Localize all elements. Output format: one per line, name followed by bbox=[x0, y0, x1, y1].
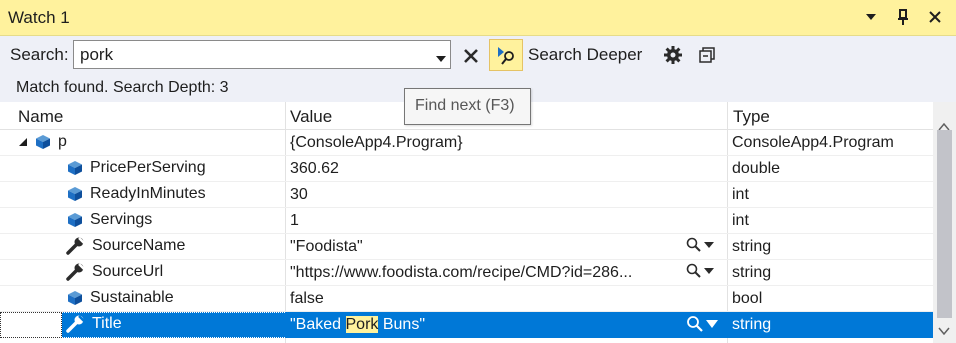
watch-row-selected[interactable]: Title "Baked Pork Buns" string bbox=[0, 312, 933, 338]
row-name: p bbox=[58, 133, 67, 150]
find-next-tooltip: Find next (F3) bbox=[404, 88, 531, 125]
row-value: 360.62 bbox=[290, 160, 339, 177]
chevron-down-icon bbox=[706, 320, 718, 328]
tool-window-title-bar: Watch 1 bbox=[0, 0, 956, 36]
row-value: 30 bbox=[290, 186, 308, 203]
watch-row[interactable]: SourceUrl "https://www.foodista.com/reci… bbox=[0, 260, 933, 286]
collapse-all-icon[interactable] bbox=[694, 42, 720, 68]
scroll-down-icon[interactable] bbox=[938, 322, 950, 340]
object-icon bbox=[36, 135, 50, 149]
search-input[interactable] bbox=[80, 44, 420, 66]
clear-search-button[interactable] bbox=[458, 43, 484, 69]
name-cell: Title bbox=[66, 315, 122, 333]
column-header-name[interactable]: Name bbox=[18, 107, 63, 127]
expand-arrow-icon[interactable] bbox=[18, 137, 28, 147]
field-icon bbox=[68, 291, 82, 305]
column-header-type[interactable]: Type bbox=[733, 107, 770, 127]
property-wrench-icon bbox=[66, 237, 85, 255]
row-type: string bbox=[732, 238, 772, 255]
window-title: Watch 1 bbox=[8, 8, 70, 27]
name-cell: SourceName bbox=[66, 237, 185, 255]
vertical-scrollbar[interactable] bbox=[933, 102, 956, 343]
row-name: SourceName bbox=[92, 237, 186, 254]
text-visualizer-button[interactable] bbox=[686, 237, 714, 253]
value-before-match: "Baked bbox=[290, 316, 346, 333]
magnifier-icon bbox=[687, 316, 703, 332]
name-cell: Sustainable bbox=[66, 289, 174, 307]
row-value: false bbox=[290, 290, 324, 307]
text-visualizer-button[interactable] bbox=[686, 315, 718, 333]
value-after-match: Buns" bbox=[378, 316, 425, 333]
property-wrench-icon bbox=[66, 315, 85, 333]
row-type: double bbox=[732, 160, 781, 177]
row-type: ConsoleApp4.Program bbox=[732, 134, 894, 151]
search-history-dropdown-icon[interactable] bbox=[436, 49, 446, 67]
row-type: int bbox=[732, 212, 749, 229]
chevron-down-icon bbox=[704, 268, 714, 274]
watch-row[interactable]: ReadyInMinutes 30 int bbox=[0, 182, 933, 208]
watch-row[interactable]: Sustainable false bool bbox=[0, 286, 933, 312]
field-icon bbox=[68, 161, 82, 175]
row-value: "Baked Pork Buns" bbox=[290, 316, 425, 334]
pin-icon[interactable] bbox=[892, 6, 914, 28]
name-cell: ReadyInMinutes bbox=[66, 185, 206, 203]
watch-row[interactable]: Servings 1 int bbox=[0, 208, 933, 234]
row-value: "Foodista" bbox=[290, 238, 363, 255]
gear-icon[interactable] bbox=[660, 42, 686, 68]
search-status-text: Match found. Search Depth: 3 bbox=[16, 79, 229, 96]
name-cell: PricePerServing bbox=[66, 159, 206, 177]
text-visualizer-button[interactable] bbox=[686, 263, 714, 279]
column-header-value[interactable]: Value bbox=[290, 107, 332, 127]
row-value: {ConsoleApp4.Program} bbox=[290, 134, 463, 151]
row-name: Sustainable bbox=[90, 289, 174, 306]
magnifier-icon bbox=[686, 263, 701, 278]
watch-search-toolbar: Search: Search Deeper bbox=[0, 36, 956, 74]
row-type: bool bbox=[732, 290, 763, 307]
row-type: string bbox=[732, 264, 772, 281]
watch-row[interactable]: PricePerServing 360.62 double bbox=[0, 156, 933, 182]
find-next-button[interactable] bbox=[489, 39, 523, 71]
row-value: 1 bbox=[290, 212, 299, 229]
watch-row[interactable]: SourceName "Foodista" string bbox=[0, 234, 933, 260]
name-cell: SourceUrl bbox=[66, 263, 163, 281]
row-name: Title bbox=[92, 315, 122, 332]
row-name: SourceUrl bbox=[92, 263, 164, 280]
watch-grid: Name Value Type p {ConsoleApp4.Program} … bbox=[0, 102, 933, 343]
window-menu-dropdown-icon[interactable] bbox=[860, 6, 882, 28]
chevron-down-icon bbox=[704, 242, 714, 248]
row-value: "https://www.foodista.com/recipe/CMD?id=… bbox=[290, 264, 633, 281]
watch-row[interactable]: p {ConsoleApp4.Program} ConsoleApp4.Prog… bbox=[0, 130, 933, 156]
search-combobox[interactable] bbox=[73, 40, 451, 69]
row-name: ReadyInMinutes bbox=[90, 185, 206, 202]
row-name: PricePerServing bbox=[90, 159, 206, 176]
row-type: string bbox=[732, 316, 772, 333]
search-label: Search: bbox=[10, 45, 69, 64]
property-wrench-icon bbox=[66, 263, 85, 281]
scrollbar-thumb[interactable] bbox=[937, 130, 952, 318]
search-match-highlight: Pork bbox=[345, 316, 379, 333]
find-next-icon bbox=[498, 47, 514, 65]
field-icon bbox=[68, 187, 82, 201]
search-deeper-button[interactable]: Search Deeper bbox=[528, 45, 642, 65]
name-cell: Servings bbox=[66, 211, 152, 229]
field-icon bbox=[68, 213, 82, 227]
name-cell: p bbox=[18, 133, 67, 151]
magnifier-icon bbox=[686, 237, 701, 252]
row-name: Servings bbox=[90, 211, 153, 228]
row-type: int bbox=[732, 186, 749, 203]
row-focus-indent bbox=[0, 312, 62, 338]
close-icon[interactable] bbox=[924, 6, 946, 28]
